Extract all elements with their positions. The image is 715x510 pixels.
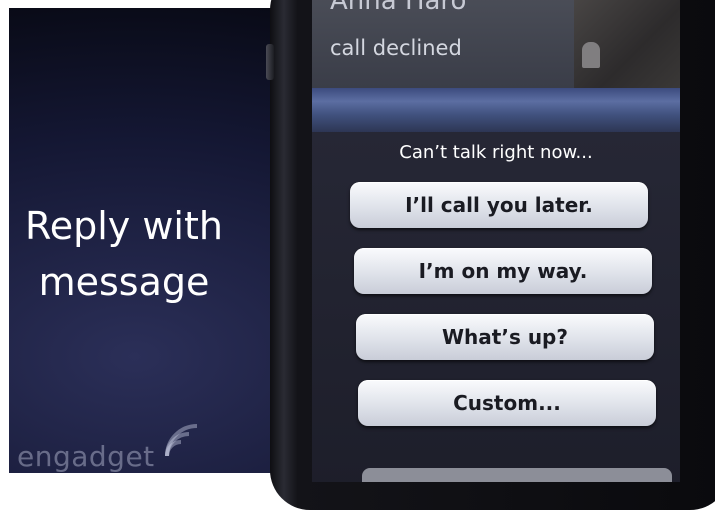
phone-screen: Anna Haro call declined Can’t talk right… [312, 0, 680, 482]
caller-header: Anna Haro call declined [312, 0, 680, 88]
slide-title-line-2: message [38, 260, 210, 304]
reply-on-my-way-button[interactable]: I’m on my way. [354, 248, 652, 294]
engadget-watermark: engadget [17, 440, 155, 473]
reply-whats-up-button[interactable]: What’s up? [356, 314, 654, 360]
contact-photo [574, 0, 680, 88]
reply-call-later-button[interactable]: I’ll call you later. [350, 182, 648, 228]
sheet-title: Can’t talk right now... [399, 142, 593, 163]
reply-custom-button[interactable]: Custom... [358, 380, 656, 426]
reply-message-sheet: Can’t talk right now... I’ll call you la… [312, 132, 680, 482]
phone-side-button [266, 44, 274, 80]
wifi-arc-icon [165, 424, 198, 457]
sheet-header-band [312, 88, 680, 133]
cancel-button-edge[interactable] [362, 468, 672, 482]
caller-name: Anna Haro [330, 0, 467, 16]
slide-title-line-1: Reply with [25, 204, 223, 248]
call-status: call declined [330, 36, 462, 60]
person-silhouette-icon [582, 42, 600, 68]
slide-title: Reply with message [9, 198, 239, 310]
